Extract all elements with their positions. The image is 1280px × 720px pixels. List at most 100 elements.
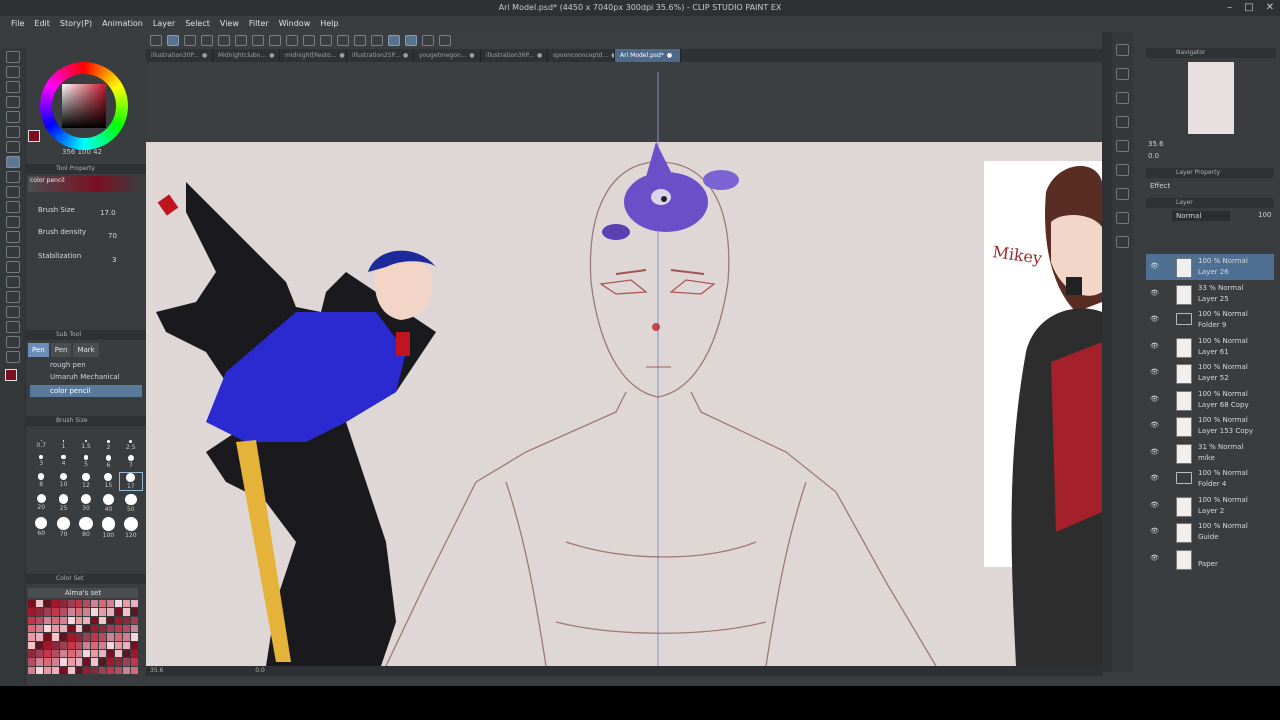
palette-swatch[interactable]	[59, 658, 67, 666]
menu-layer[interactable]: Layer	[148, 16, 180, 31]
clear-icon[interactable]	[303, 35, 315, 46]
palette-swatch[interactable]	[28, 600, 35, 608]
brush-size-option[interactable]: 1.5	[75, 440, 97, 451]
eraser-icon[interactable]	[6, 216, 20, 228]
palette-swatch[interactable]	[131, 608, 138, 616]
minimize-button[interactable]: –	[1227, 0, 1232, 16]
correct-line-icon[interactable]	[6, 351, 20, 363]
brush-size-option[interactable]: 2.5	[120, 440, 142, 451]
gradient-icon[interactable]	[6, 261, 20, 273]
eye-icon[interactable]: 👁	[1150, 262, 1159, 270]
eye-icon[interactable]: 👁	[1150, 368, 1159, 376]
palette-swatch[interactable]	[99, 600, 107, 608]
eye-icon[interactable]: 👁	[1150, 501, 1159, 509]
current-color-swatch[interactable]	[28, 130, 40, 142]
tab-document[interactable]: illustration36P... ●	[481, 49, 548, 62]
eye-icon[interactable]: 👁	[1150, 448, 1159, 456]
close-icon[interactable]: ●	[537, 52, 542, 59]
palette-swatch[interactable]	[43, 666, 51, 674]
eye-icon[interactable]: 👁	[1150, 527, 1159, 535]
palette-swatch[interactable]	[83, 616, 91, 624]
palette-swatch[interactable]	[67, 641, 75, 649]
tab-document[interactable]: spooncoonceptd...●	[548, 49, 615, 62]
eye-icon[interactable]: 👁	[1150, 289, 1159, 297]
palette-swatch[interactable]	[59, 608, 67, 616]
menu-animation[interactable]: Animation	[97, 16, 148, 31]
sub-tool-item-selected[interactable]: color pencil	[30, 385, 142, 397]
palette-swatch[interactable]	[83, 608, 91, 616]
close-icon[interactable]: ●	[269, 52, 274, 59]
brush-size-option[interactable]: 70	[52, 517, 74, 539]
palette-swatch[interactable]	[35, 658, 43, 666]
palette-swatch[interactable]	[91, 650, 99, 658]
brush-size-option[interactable]: 1	[52, 440, 74, 451]
palette-swatch[interactable]	[51, 600, 59, 608]
palette-swatch[interactable]	[51, 625, 59, 633]
palette-swatch[interactable]	[99, 633, 107, 641]
layer-row[interactable]: 👁 100 % Normal Layer 2	[1146, 493, 1274, 519]
palette-swatch[interactable]	[28, 666, 35, 674]
color-set-select[interactable]: Alma's set	[28, 588, 138, 598]
menu-help[interactable]: Help	[315, 16, 343, 31]
pen-tool-icon[interactable]	[167, 35, 179, 46]
menu-file[interactable]: File	[6, 16, 29, 31]
palette-swatch[interactable]	[91, 625, 99, 633]
palette-swatch[interactable]	[115, 600, 123, 608]
brush-size-option[interactable]: 5	[75, 455, 97, 469]
palette-swatch[interactable]	[43, 641, 51, 649]
palette-swatch[interactable]	[43, 608, 51, 616]
palette-swatch[interactable]	[83, 666, 91, 674]
snap-special-ruler-icon[interactable]	[405, 35, 417, 46]
layer-folder-row[interactable]: 👁 100 % Normal Folder 4	[1146, 466, 1274, 492]
palette-swatch[interactable]	[123, 608, 131, 616]
layer-row[interactable]: 👁 31 % Normal mike	[1146, 440, 1274, 466]
text-icon[interactable]	[6, 321, 20, 333]
palette-swatch[interactable]	[59, 650, 67, 658]
menu-story[interactable]: Story(P)	[55, 16, 97, 31]
palette-swatch[interactable]	[131, 658, 138, 666]
menu-view[interactable]: View	[215, 16, 244, 31]
tab-document[interactable]: illustration30P... ●	[146, 49, 213, 62]
close-button[interactable]: ✕	[1266, 0, 1274, 16]
sub-tool-item[interactable]: rough pen	[30, 359, 142, 371]
palette-swatch[interactable]	[51, 650, 59, 658]
palette-swatch[interactable]	[75, 633, 83, 641]
eyedropper-icon[interactable]	[6, 141, 20, 153]
tab-document[interactable]: Midnightclubn... ●	[213, 49, 280, 62]
palette-swatch[interactable]	[131, 600, 138, 608]
layer-search-icon[interactable]	[1116, 116, 1129, 128]
palette-swatch[interactable]	[115, 616, 123, 624]
undo-icon[interactable]	[252, 35, 264, 46]
palette-swatch[interactable]	[35, 600, 43, 608]
palette-swatch[interactable]	[59, 666, 67, 674]
brush-size-option[interactable]: 7	[120, 455, 142, 469]
palette-swatch[interactable]	[99, 616, 107, 624]
palette-swatch[interactable]	[35, 633, 43, 641]
palette-swatch[interactable]	[67, 608, 75, 616]
palette-swatch[interactable]	[28, 641, 35, 649]
palette-swatch[interactable]	[99, 641, 107, 649]
palette-swatch[interactable]	[51, 658, 59, 666]
palette-swatch[interactable]	[59, 641, 67, 649]
palette-swatch[interactable]	[43, 633, 51, 641]
layer-row[interactable]: 👁 100 % Normal Guide	[1146, 519, 1274, 545]
palette-swatch[interactable]	[123, 625, 131, 633]
layer-row[interactable]: 👁 100 % Normal Layer 52	[1146, 360, 1274, 386]
palette-swatch[interactable]	[51, 641, 59, 649]
palette-swatch[interactable]	[107, 658, 115, 666]
palette-swatch[interactable]	[51, 633, 59, 641]
open-file-icon[interactable]	[218, 35, 230, 46]
palette-swatch[interactable]	[115, 641, 123, 649]
navigator-angle[interactable]: 0.0	[1148, 152, 1159, 160]
palette-swatch[interactable]	[91, 600, 99, 608]
palette-swatch[interactable]	[75, 666, 83, 674]
palette-swatch[interactable]	[59, 633, 67, 641]
palette-swatch[interactable]	[131, 625, 138, 633]
navigator-thumbnail[interactable]	[1188, 62, 1234, 134]
palette-swatch[interactable]	[51, 666, 59, 674]
palette-swatch[interactable]	[75, 658, 83, 666]
tab-document[interactable]: midnight[Resto... ●	[280, 49, 347, 62]
brush-size-option[interactable]: 25	[52, 493, 74, 513]
eye-icon[interactable]: 👁	[1150, 315, 1159, 323]
blend-mode-select[interactable]: Normal	[1172, 211, 1230, 221]
